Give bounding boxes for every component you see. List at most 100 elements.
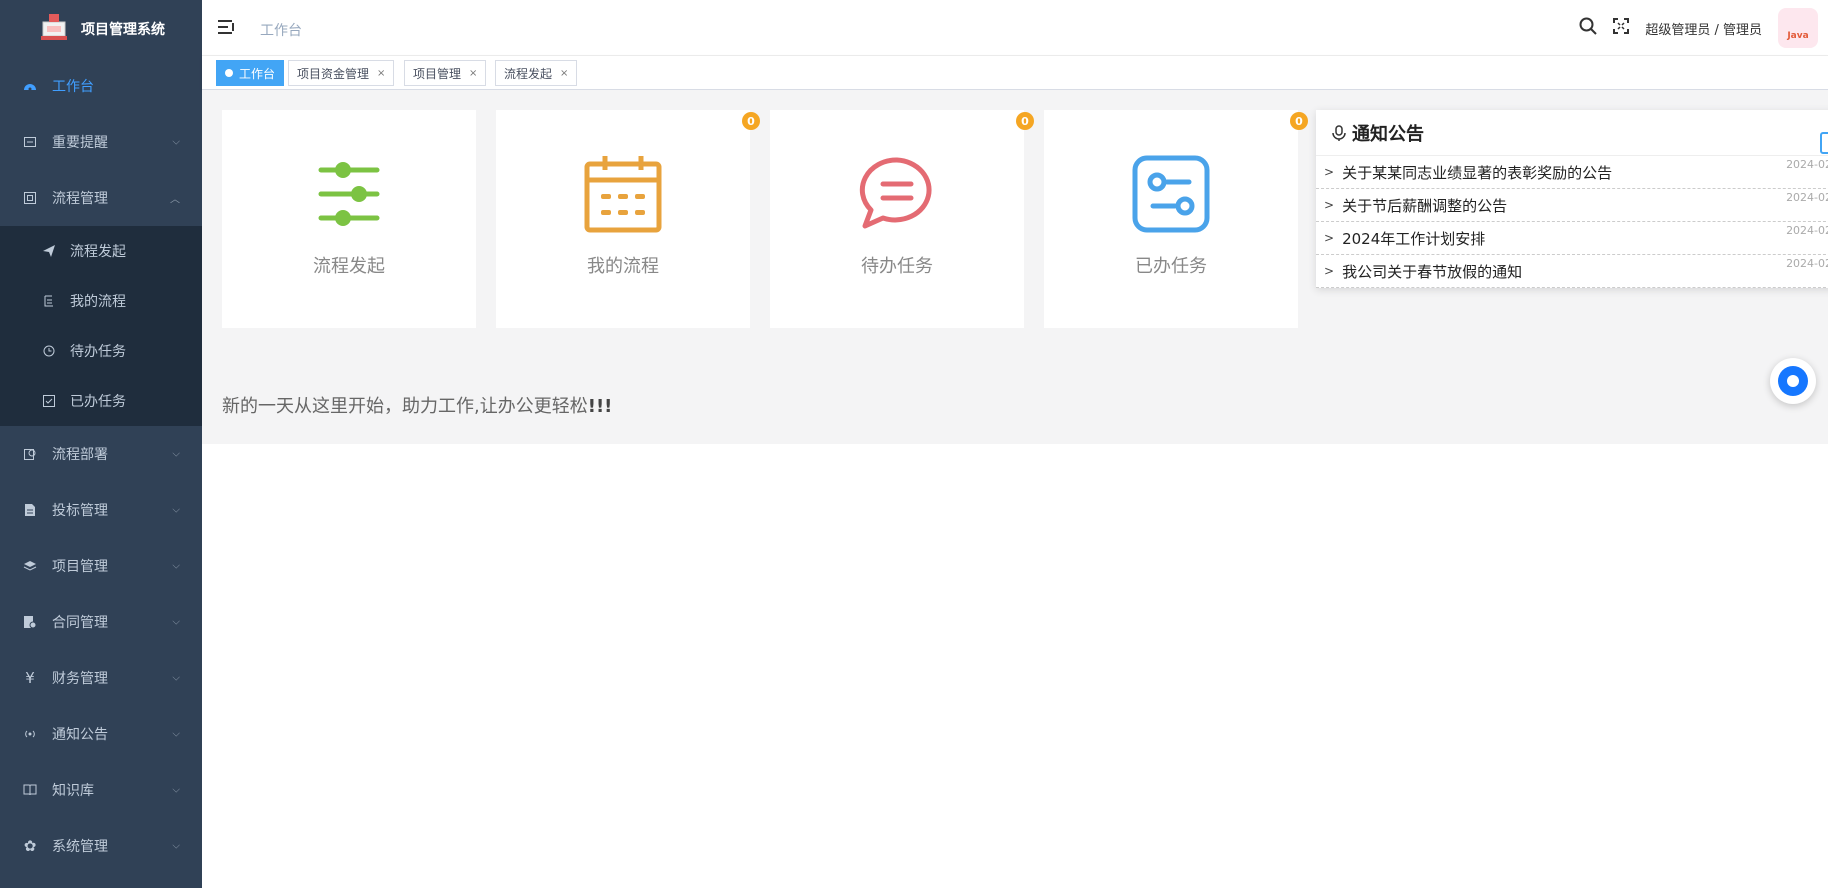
sidebar-item-label: 系统管理 (52, 839, 108, 855)
count-badge: 0 (1016, 112, 1034, 130)
notice-item-title: 关于某某同志业绩显著的表彰奖励的公告 (1342, 163, 1613, 182)
card-label: 已办任务 (1135, 256, 1207, 277)
dashboard-icon (22, 78, 38, 94)
process-icon (22, 190, 38, 206)
user-name[interactable]: 超级管理员 / 管理员 (1645, 19, 1762, 38)
tag-label: 项目管理 (413, 66, 462, 81)
card-start-process[interactable]: 流程发起 (222, 110, 476, 328)
chevron-right-icon: > (1324, 165, 1335, 179)
sidebar-item-label: 财务管理 (52, 671, 108, 687)
tag-label: 工作台 (239, 66, 276, 81)
card-label: 待办任务 (861, 256, 933, 277)
send-icon (42, 244, 56, 258)
sidebar-item-deploy[interactable]: 流程部署 ⌵ (0, 426, 202, 482)
chevron-down-icon: ⌵ (172, 136, 180, 148)
count-badge: 0 (1290, 112, 1308, 130)
my-process-icon (42, 294, 56, 308)
reminder-icon (22, 134, 38, 150)
notice-panel: 通知公告 > 关于某某同志业绩显著的表彰奖励的公告 2024-02- > 关于节… (1316, 110, 1828, 288)
sidebar-item-label: 工作台 (52, 79, 94, 95)
sidebar-subitem-label: 待办任务 (70, 344, 126, 360)
contract-icon (22, 614, 38, 630)
panel-side-icon[interactable] (1820, 132, 1828, 154)
notice-title: 通知公告 (1352, 123, 1424, 145)
tag-project-funds[interactable]: 项目资金管理 × (288, 60, 395, 86)
todo-icon (42, 344, 56, 358)
yen-icon: ¥ (25, 669, 35, 687)
sidebar-item-label: 流程部署 (52, 447, 108, 463)
close-icon[interactable]: × (560, 68, 568, 79)
chevron-down-icon: ⌵ (172, 616, 180, 628)
sidebar-subitem-start-process[interactable]: 流程发起 (0, 226, 202, 276)
welcome-message: 新的一天从这里开始，助力工作,让办公更轻松!!! (222, 392, 612, 418)
avatar[interactable]: Java (1778, 8, 1818, 48)
sidebar-subitem-done[interactable]: 已办任务 (0, 376, 202, 426)
chevron-down-icon: ⌵ (172, 784, 180, 796)
count-badge: 0 (742, 112, 760, 130)
process-submenu: 流程发起 我的流程 待办任务 已办任务 (0, 226, 202, 426)
notice-item[interactable]: > 关于节后薪酬调整的公告 2024-02- (1316, 189, 1828, 222)
notice-item-date: 2024-02- (1786, 224, 1828, 237)
tag-start-process[interactable]: 流程发起 × (495, 60, 578, 86)
sidebar-item-label: 通知公告 (52, 727, 108, 743)
close-icon[interactable]: × (469, 68, 477, 79)
sidebar-item-label: 投标管理 (52, 503, 108, 519)
chat-bubble-icon (1778, 366, 1808, 396)
sidebar-item-dashboard[interactable]: 工作台 (0, 58, 202, 114)
notice-item-title: 我公司关于春节放假的通知 (1342, 262, 1523, 281)
microphone-icon (1332, 124, 1346, 141)
done-icon (42, 394, 56, 408)
sidebar-subitem-todo[interactable]: 待办任务 (0, 326, 202, 376)
notice-item[interactable]: > 2024年工作计划安排 2024-02- (1316, 222, 1828, 255)
notice-item[interactable]: > 我公司关于春节放假的通知 2024-02- (1316, 255, 1828, 288)
sidebar-item-contract[interactable]: 合同管理 ⌵ (0, 594, 202, 650)
tag-project-management[interactable]: 项目管理 × (404, 60, 487, 86)
chevron-down-icon: ⌵ (172, 728, 180, 740)
sidebar-item-label: 流程管理 (52, 191, 108, 207)
search-icon[interactable] (1579, 17, 1598, 39)
java-logo-text: Java (1787, 31, 1809, 41)
notice-item[interactable]: > 关于某某同志业绩显著的表彰奖励的公告 2024-02- (1316, 156, 1828, 189)
hamburger-icon[interactable] (218, 20, 236, 36)
sidebar-item-reminder[interactable]: 重要提醒 ⌵ (0, 114, 202, 170)
sidebar-item-finance[interactable]: ¥ 财务管理 ⌵ (0, 650, 202, 706)
tag-label: 流程发起 (504, 66, 553, 81)
logo-icon (37, 12, 71, 46)
project-icon (22, 558, 38, 574)
sidebar-item-knowledge[interactable]: 知识库 ⌵ (0, 762, 202, 818)
sidebar-item-notice[interactable]: 通知公告 ⌵ (0, 706, 202, 762)
notice-header: 通知公告 (1316, 110, 1828, 156)
fullscreen-icon[interactable] (1613, 18, 1630, 38)
sidebar-item-label: 知识库 (52, 783, 94, 799)
chevron-right-icon: > (1324, 198, 1335, 212)
logo[interactable]: 项目管理系统 (0, 0, 202, 58)
sidebar-item-system[interactable]: ✿ 系统管理 ⌵ (0, 818, 202, 874)
chevron-down-icon: ⌵ (172, 504, 180, 516)
card-done[interactable]: 已办任务 0 (1044, 110, 1308, 328)
notice-item-title: 2024年工作计划安排 (1342, 229, 1486, 248)
sidebar-item-label: 重要提醒 (52, 135, 108, 151)
notice-item-date: 2024-02- (1786, 158, 1828, 171)
deploy-icon (22, 446, 38, 462)
welcome-exclaim: !!! (587, 396, 613, 417)
sidebar-subitem-my-process[interactable]: 我的流程 (0, 276, 202, 326)
sidebar-item-project[interactable]: 项目管理 ⌵ (0, 538, 202, 594)
calendar-icon (583, 154, 663, 234)
tag-label: 项目资金管理 (297, 66, 370, 81)
chevron-right-icon: > (1324, 231, 1335, 245)
tag-dashboard[interactable]: 工作台 (216, 60, 285, 86)
sidebar-item-process[interactable]: 流程管理 ︿ (0, 170, 202, 226)
breadcrumb[interactable]: 工作台 (260, 20, 302, 40)
sliders-icon (309, 154, 389, 234)
chevron-up-icon: ︿ (170, 194, 180, 206)
floating-chat-button[interactable] (1770, 358, 1816, 404)
tags-view: 工作台 项目资金管理 × 项目管理 × 流程发起 × (202, 56, 1828, 90)
sidebar-item-bid[interactable]: 投标管理 ⌵ (0, 482, 202, 538)
broadcast-icon (22, 726, 38, 742)
chevron-right-icon: > (1324, 264, 1335, 278)
close-icon[interactable]: × (377, 68, 385, 79)
card-todo[interactable]: 待办任务 0 (770, 110, 1034, 328)
card-my-process[interactable]: 我的流程 0 (496, 110, 760, 328)
card-label: 我的流程 (587, 256, 659, 277)
app-root: 项目管理系统 工作台 重要提醒 ⌵ 流程管理 ︿ 流程发起 我的流程 待办任务 … (0, 0, 1828, 888)
